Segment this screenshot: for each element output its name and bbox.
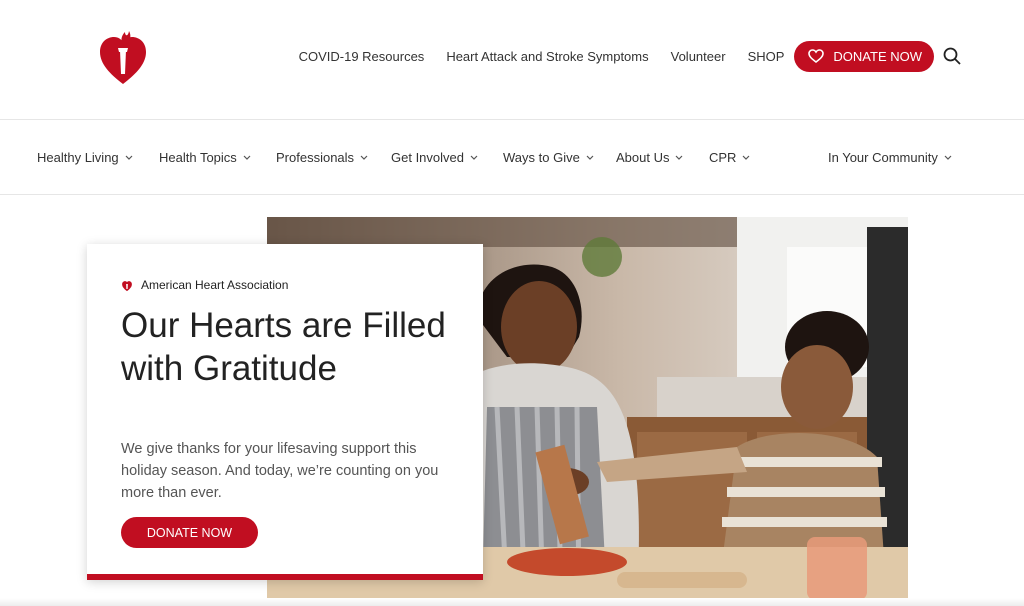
heart-outline-icon (808, 49, 825, 63)
nav-item-get-involved[interactable]: Get Involved (391, 150, 478, 165)
nav-item-label: In Your Community (828, 150, 938, 165)
nav-item-about-us[interactable]: About Us (616, 150, 683, 165)
nav-item-in-your-community[interactable]: In Your Community (828, 150, 952, 165)
nav-item-healthy-living[interactable]: Healthy Living (37, 150, 133, 165)
nav-item-label: About Us (616, 150, 670, 165)
page-divider (0, 598, 1024, 606)
chevron-down-icon (944, 155, 952, 160)
heart-torch-logo-icon (122, 281, 132, 292)
top-header: COVID-19 Resources Heart Attack and Stro… (0, 0, 1024, 120)
chevron-down-icon (243, 155, 251, 160)
header-donate-button[interactable]: DONATE NOW (794, 40, 934, 72)
nav-item-label: Health Topics (159, 150, 237, 165)
hero-card-accent-bar (87, 574, 483, 580)
hero-card: American Heart Association Our Hearts ar… (87, 244, 483, 580)
nav-item-professionals[interactable]: Professionals (276, 150, 368, 165)
header-donate-label: DONATE NOW (833, 48, 922, 64)
hero-title: Our Hearts are Filled with Gratitude (121, 306, 446, 388)
chevron-down-icon (676, 155, 683, 160)
chevron-down-icon (743, 155, 750, 160)
nav-item-label: Ways to Give (503, 150, 580, 165)
hero-donate-button[interactable]: DONATE NOW (121, 517, 258, 548)
hero-brand-label: American Heart Association (141, 278, 289, 292)
nav-item-cpr[interactable]: CPR (709, 150, 750, 165)
chevron-down-icon (470, 155, 478, 160)
hero-brand: American Heart Association (121, 278, 288, 292)
nav-item-health-topics[interactable]: Health Topics (159, 150, 251, 165)
top-link-covid[interactable]: COVID-19 Resources (299, 49, 425, 64)
chevron-down-icon (586, 155, 594, 160)
nav-item-label: Healthy Living (37, 150, 119, 165)
top-link-shop[interactable]: SHOP (748, 49, 785, 64)
chevron-down-icon (125, 155, 133, 160)
main-nav: Healthy Living Health Topics Professiona… (0, 121, 1024, 195)
top-link-symptoms[interactable]: Heart Attack and Stroke Symptoms (446, 49, 648, 64)
nav-item-label: Professionals (276, 150, 355, 165)
nav-item-label: Get Involved (391, 150, 464, 165)
heart-torch-logo-icon[interactable] (98, 22, 148, 88)
top-nav: COVID-19 Resources Heart Attack and Stro… (299, 40, 962, 72)
hero-text: We give thanks for your lifesaving suppo… (121, 441, 439, 501)
search-icon[interactable] (942, 46, 962, 66)
nav-item-ways-to-give[interactable]: Ways to Give (503, 150, 594, 165)
top-link-volunteer[interactable]: Volunteer (671, 49, 726, 64)
nav-item-label: CPR (709, 150, 737, 165)
chevron-down-icon (360, 155, 368, 160)
